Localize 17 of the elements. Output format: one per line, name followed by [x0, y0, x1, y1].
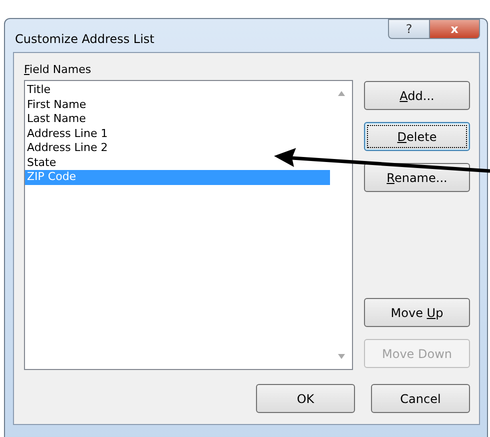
dialog-button[interactable]: Delete: [364, 122, 470, 151]
list-item[interactable]: Address Line 1: [25, 126, 110, 141]
list-item[interactable]: First Name: [25, 98, 88, 112]
dialog-button[interactable]: OK: [256, 384, 355, 413]
dialog-button[interactable]: Move Up: [364, 298, 470, 327]
scroll-up-icon[interactable]: [338, 91, 344, 96]
list-item[interactable]: State: [25, 156, 58, 170]
scroll-down-icon[interactable]: [338, 354, 344, 359]
dialog-button[interactable]: Add...: [364, 81, 470, 110]
help-button[interactable]: ?: [388, 19, 430, 39]
field-names-list[interactable]: Title First Name Last Name Address Line 1 Address Line 2 State ZIP Code: [24, 80, 353, 370]
dialog-button[interactable]: Cancel: [371, 384, 470, 413]
list-item[interactable]: Address Line 2: [25, 141, 110, 156]
field-names-label: Field Names: [24, 63, 92, 76]
window-title: Customize Address List: [15, 32, 154, 46]
list-item[interactable]: Last Name: [25, 112, 88, 126]
list-item[interactable]: Title: [25, 83, 53, 98]
